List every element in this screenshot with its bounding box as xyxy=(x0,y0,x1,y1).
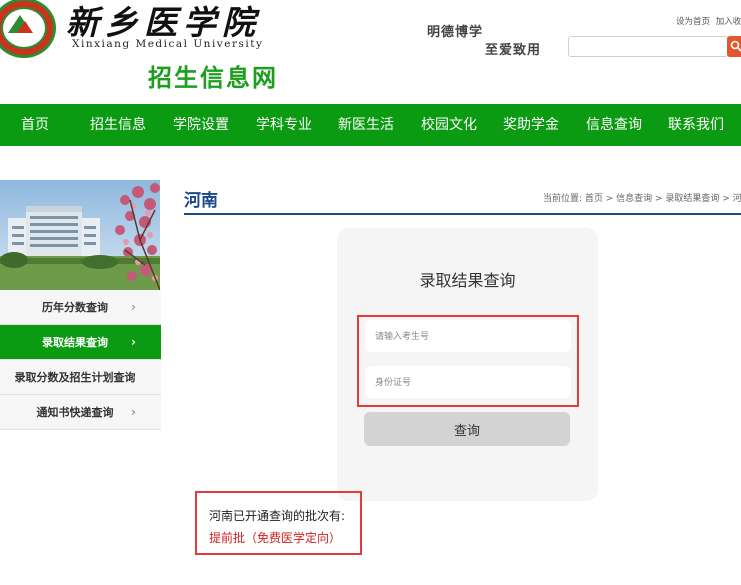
title-divider xyxy=(184,213,741,215)
search-icon xyxy=(730,40,741,52)
motto-line-1: 明德博学 xyxy=(427,25,484,40)
query-form-title: 录取结果查询 xyxy=(419,271,516,290)
chevron-right-icon: › xyxy=(131,335,136,349)
batch-list-title: 河南已开通查询的批次有: xyxy=(209,509,346,523)
university-logo[interactable] xyxy=(0,0,56,58)
sidebar-menu: 历年分数查询 › 录取结果查询 › 录取分数及招生计划查询 › 通知书快递查询 … xyxy=(0,290,161,430)
nav-item-scholarships[interactable]: 奖助学金 xyxy=(503,104,559,146)
nav-item-admissions[interactable]: 招生信息 xyxy=(90,104,146,146)
chevron-right-icon: › xyxy=(131,405,136,419)
search-input[interactable] xyxy=(568,36,728,57)
id-number-field[interactable] xyxy=(365,366,571,398)
query-button[interactable]: 查询 xyxy=(364,412,570,446)
nav-item-student-life[interactable]: 新医生活 xyxy=(338,104,394,146)
set-homepage-link[interactable]: 设为首页 xyxy=(676,17,710,27)
motto-line-2: 至爱致用 xyxy=(485,43,542,58)
sidebar-item-historical-scores[interactable]: 历年分数查询 › xyxy=(0,290,161,325)
nav-item-home[interactable]: 首页 xyxy=(21,104,49,146)
search-button[interactable] xyxy=(727,36,741,57)
nav-item-colleges[interactable]: 学院设置 xyxy=(173,104,229,146)
breadcrumb: 当前位置: 首页 > 信息查询 > 录取结果查询 > 河 xyxy=(543,194,741,204)
batch-item-early-admission[interactable]: 提前批（免费医学定向） xyxy=(209,529,341,546)
exam-number-field[interactable] xyxy=(365,320,571,352)
top-links: 设为首页 加入收 xyxy=(676,15,741,27)
page-title: 河南 xyxy=(184,191,218,211)
nav-item-majors[interactable]: 学科专业 xyxy=(256,104,312,146)
campus-photo xyxy=(0,180,160,290)
chevron-right-icon: › xyxy=(131,300,136,314)
university-name-en: Xinxiang Medical University xyxy=(72,38,264,50)
sidebar-item-scores-and-plans[interactable]: 录取分数及招生计划查询 › xyxy=(0,360,161,395)
sidebar-item-label: 录取分数及招生计划查询 xyxy=(14,371,136,384)
sidebar-item-label: 通知书快递查询 xyxy=(36,406,114,419)
sidebar-item-admission-results[interactable]: 录取结果查询 › xyxy=(0,325,161,360)
nav-item-info-query[interactable]: 信息查询 xyxy=(586,104,642,146)
chevron-right-icon: › xyxy=(131,370,136,384)
sidebar-item-label: 历年分数查询 xyxy=(42,301,108,314)
site-name: 招生信息网 xyxy=(148,64,278,92)
nav-item-contact[interactable]: 联系我们 xyxy=(668,104,724,146)
sidebar-item-label: 录取结果查询 xyxy=(42,336,108,349)
add-favorite-link[interactable]: 加入收 xyxy=(716,17,741,27)
nav-item-campus-culture[interactable]: 校园文化 xyxy=(421,104,477,146)
campus-building-image xyxy=(0,180,160,290)
logo-mountain-accent xyxy=(17,21,33,33)
main-nav: 首页 招生信息 学院设置 学科专业 新医生活 校园文化 奖助学金 信息查询 联系… xyxy=(0,104,741,146)
sidebar-item-notice-delivery[interactable]: 通知书快递查询 › xyxy=(0,395,161,430)
